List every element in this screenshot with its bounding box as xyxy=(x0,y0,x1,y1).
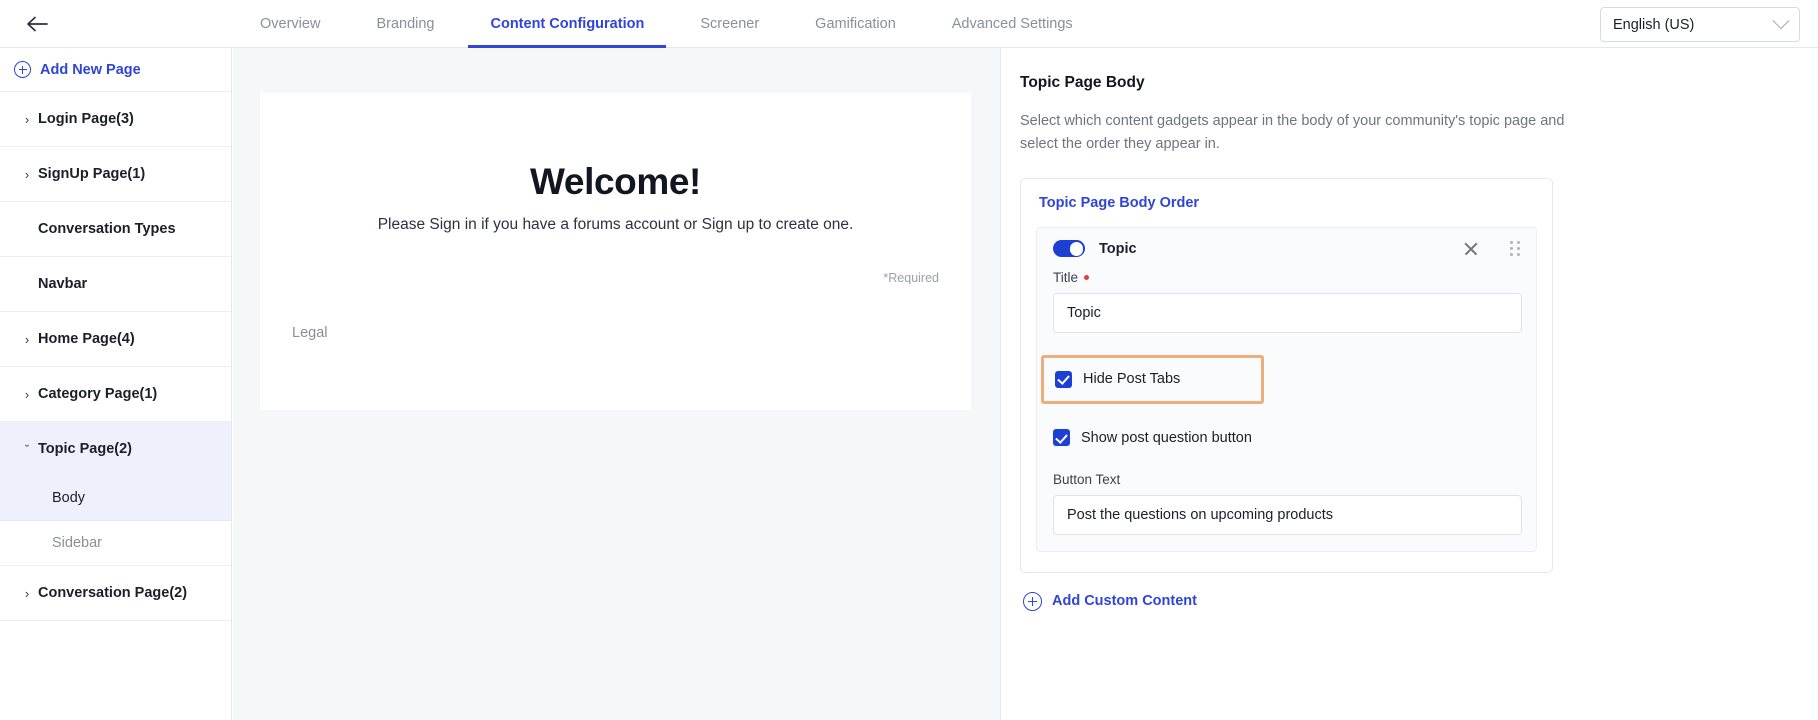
toggle-knob xyxy=(1069,242,1084,256)
chevron-down-icon xyxy=(1772,11,1790,29)
topic-page-body-order-card: Topic Page Body Order Topic Title Topic xyxy=(1020,177,1553,573)
legal-link[interactable]: Legal xyxy=(292,325,327,341)
tab-bar: Overview Branding Content Configuration … xyxy=(232,0,1101,48)
sidebar-group-topic-page-sidebar: Sidebar xyxy=(0,521,231,566)
page-sidebar: Add New Page › Login Page(3) › SignUp Pa… xyxy=(0,48,232,720)
hide-post-tabs-row[interactable]: Hide Post Tabs xyxy=(1055,370,1251,388)
gadget-topic: Topic Title Topic Hide Post Tabs Show po… xyxy=(1036,226,1537,552)
panel-description: Select which content gadgets appear in t… xyxy=(1020,113,1565,152)
sidebar-item-conversation-types[interactable]: Conversation Types xyxy=(0,202,231,256)
chevron-right-icon: › xyxy=(24,111,30,127)
hide-post-tabs-label: Hide Post Tabs xyxy=(1083,371,1181,388)
sidebar-group-login-page: › Login Page(3) xyxy=(0,92,231,147)
chevron-right-icon: › xyxy=(24,166,30,182)
chevron-right-icon: › xyxy=(24,585,30,601)
sidebar-item-label: Conversation Types xyxy=(38,220,176,237)
tab-content-configuration[interactable]: Content Configuration xyxy=(462,0,672,48)
title-field-label-row: Title xyxy=(1053,270,1522,285)
sidebar-group-topic-page: ˇ Topic Page(2) Body xyxy=(0,422,231,521)
show-post-question-label: Show post question button xyxy=(1081,429,1252,446)
sidebar-group-conversation-page: › Conversation Page(2) xyxy=(0,566,231,621)
title-input[interactable]: Topic xyxy=(1053,292,1522,333)
gadget-name-label: Topic xyxy=(1099,240,1137,257)
sidebar-item-label: Topic Page(2) xyxy=(38,440,132,457)
drag-handle-icon[interactable] xyxy=(1508,240,1522,258)
add-custom-content-label: Add Custom Content xyxy=(1052,593,1197,610)
sidebar-group-signup-page: › SignUp Page(1) xyxy=(0,147,231,202)
sidebar-item-navbar[interactable]: Navbar xyxy=(0,257,231,311)
button-text-label-row: Button Text xyxy=(1053,472,1522,487)
language-select-value: English (US) xyxy=(1613,16,1695,33)
show-post-question-checkbox[interactable] xyxy=(1053,429,1070,447)
preview-card: Welcome! Please Sign in if you have a fo… xyxy=(260,93,971,410)
sidebar-item-label: Home Page(4) xyxy=(38,330,135,347)
preview-subtitle: Please Sign in if you have a forums acco… xyxy=(377,216,854,233)
chevron-down-icon: ˇ xyxy=(24,441,30,457)
page-preview-area: Welcome! Please Sign in if you have a fo… xyxy=(233,48,1000,720)
sidebar-group-category-page: › Category Page(1) xyxy=(0,367,231,422)
button-text-field-block: Button Text Post the questions on upcomi… xyxy=(1037,472,1536,535)
hide-post-tabs-checkbox[interactable] xyxy=(1055,370,1072,388)
plus-circle-icon xyxy=(14,61,31,78)
sidebar-group-conversation-types: Conversation Types xyxy=(0,202,231,257)
sidebar-item-label: Navbar xyxy=(38,275,88,292)
tab-screener[interactable]: Screener xyxy=(672,0,787,48)
button-text-label: Button Text xyxy=(1053,471,1121,487)
sidebar-item-label: Conversation Page(2) xyxy=(38,584,188,601)
tab-gamification[interactable]: Gamification xyxy=(787,0,924,48)
sidebar-item-label: SignUp Page(1) xyxy=(38,165,146,182)
tab-advanced-settings[interactable]: Advanced Settings xyxy=(924,0,1101,48)
required-note: *Required xyxy=(883,271,939,285)
chevron-right-icon: › xyxy=(24,331,30,347)
tab-branding[interactable]: Branding xyxy=(348,0,462,48)
arrow-left-icon xyxy=(26,16,48,32)
show-post-question-row[interactable]: Show post question button xyxy=(1037,426,1536,450)
add-new-page-label: Add New Page xyxy=(40,61,141,78)
settings-panel: Topic Page Body Select which content gad… xyxy=(1000,48,1818,720)
add-new-page-button[interactable]: Add New Page xyxy=(0,48,231,92)
sidebar-item-login-page[interactable]: › Login Page(3) xyxy=(0,92,231,146)
sidebar-item-signup-page[interactable]: › SignUp Page(1) xyxy=(0,147,231,201)
preview-title: Welcome! xyxy=(530,161,701,202)
topic-toggle[interactable] xyxy=(1053,240,1085,258)
sidebar-item-conversation-page[interactable]: › Conversation Page(2) xyxy=(0,566,231,620)
language-select[interactable]: English (US) xyxy=(1600,7,1800,42)
sidebar-subitem-sidebar[interactable]: Sidebar xyxy=(0,521,231,565)
top-bar: Overview Branding Content Configuration … xyxy=(0,0,1818,48)
add-custom-content-button[interactable]: Add Custom Content xyxy=(1020,591,1794,611)
back-button[interactable] xyxy=(24,12,50,36)
panel-title: Topic Page Body xyxy=(1020,74,1145,91)
sidebar-item-label: Login Page(3) xyxy=(38,110,134,127)
gadget-header: Topic xyxy=(1037,228,1536,270)
button-text-input[interactable]: Post the questions on upcoming products xyxy=(1053,494,1522,535)
title-field-label: Title xyxy=(1053,269,1079,285)
sidebar-item-topic-page[interactable]: ˇ Topic Page(2) xyxy=(0,422,231,476)
sidebar-group-home-page: › Home Page(4) xyxy=(0,312,231,367)
sidebar-item-category-page[interactable]: › Category Page(1) xyxy=(0,367,231,421)
sidebar-subitem-body[interactable]: Body xyxy=(0,476,231,520)
hide-post-tabs-highlight: Hide Post Tabs xyxy=(1041,354,1264,404)
close-icon[interactable] xyxy=(1462,240,1480,258)
chevron-right-icon: › xyxy=(24,386,30,402)
tab-overview[interactable]: Overview xyxy=(232,0,348,48)
sidebar-group-navbar: Navbar xyxy=(0,257,231,312)
order-card-title: Topic Page Body Order xyxy=(1039,194,1200,211)
sidebar-item-home-page[interactable]: › Home Page(4) xyxy=(0,312,231,366)
required-dot-icon xyxy=(1084,274,1090,280)
title-field-block: Title Topic xyxy=(1037,270,1536,333)
sidebar-item-label: Category Page(1) xyxy=(38,385,158,402)
plus-circle-icon xyxy=(1023,591,1042,611)
